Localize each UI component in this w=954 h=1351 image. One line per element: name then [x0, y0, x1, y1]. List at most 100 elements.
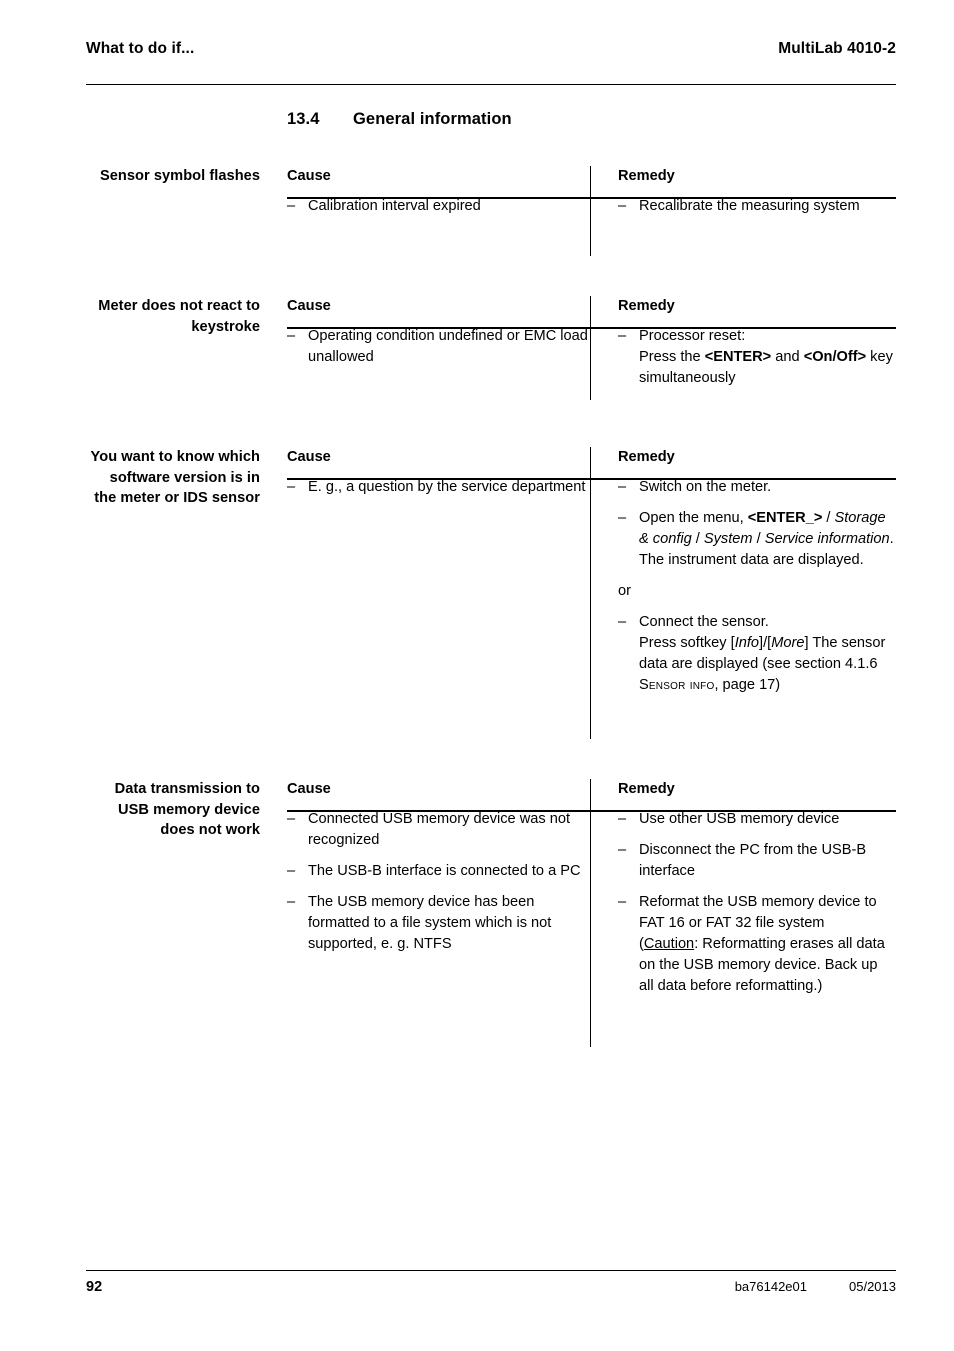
block-label: Data transmission to USB memory device d… [114, 781, 260, 838]
footer-meta: ba76142e01 05/2013 [735, 1279, 896, 1294]
page-number: 92 [86, 1279, 103, 1295]
text-run: Connected USB memory device was not reco… [308, 811, 570, 848]
dash-bullet-icon: – [287, 328, 296, 344]
cell-remedy: – Switch on the meter. – Open the menu, <EN… [604, 477, 896, 696]
list-item: – Reformat the USB memory device to FAT 1… [618, 892, 896, 997]
cell-cause: – Connected USB memory device was not rec… [287, 809, 604, 997]
table-body-row: – Calibration interval expired – Recalibrat… [287, 196, 896, 217]
list-item: – Recalibrate the measuring system [618, 196, 896, 217]
column-header-cause: Cause [287, 168, 331, 184]
document-date: 05/2013 [849, 1279, 896, 1294]
text-run: Recalibrate the measuring system [639, 198, 860, 214]
cause-list: – Calibration interval expired [287, 196, 594, 217]
underlined-text: Caution [643, 936, 695, 952]
cell-cause: – E. g., a question by the service depart… [287, 477, 604, 696]
text-run: / [752, 531, 765, 547]
header-rule [86, 84, 896, 85]
remedy-list: – Switch on the meter. – Open the menu, <EN… [618, 477, 896, 696]
running-head-right: MultiLab 4010-2 [778, 40, 896, 57]
cause-remedy-table: Cause Remedy – Operating condition undefine… [287, 296, 896, 400]
column-divider-rule [590, 779, 592, 1047]
dash-bullet-icon: – [287, 811, 296, 827]
block-label: Meter does not react to keystroke [98, 298, 260, 335]
bold-text: <ENTER> [704, 349, 772, 365]
cause-remedy-table: Cause Remedy – Connected USB memory device … [287, 779, 896, 1047]
text-run: Processor reset: [639, 328, 746, 344]
text-run: and [771, 349, 804, 365]
list-item: – Calibration interval expired [287, 196, 594, 217]
list-item: – Connect the sensor. Press softkey [Info]… [618, 612, 896, 696]
cell-remedy: – Recalibrate the measuring system [604, 196, 896, 217]
text-run: Reformat the USB memory device to FAT 16… [639, 894, 877, 931]
list-item: – Connected USB memory device was not rec… [287, 809, 594, 851]
column-header-cause: Cause [287, 298, 331, 314]
list-item: – Operating condition undefined or EMC lo… [287, 326, 594, 368]
list-item: – Open the menu, <ENTER_> / Storage & con… [618, 508, 896, 571]
table-header-row: Cause Remedy [287, 296, 896, 326]
list-item: – The USB-B interface is connected to a P… [287, 861, 594, 882]
text-run: or [618, 583, 631, 599]
dash-bullet-icon: – [618, 198, 627, 214]
cause-remedy-table: Cause Remedy – Calibration interval expired… [287, 166, 896, 256]
dash-bullet-icon: – [618, 510, 627, 526]
small-caps-text: Sensor info [639, 677, 715, 693]
column-divider-rule [590, 166, 592, 256]
running-head: What to do if... MultiLab 4010-2 [86, 40, 896, 58]
column-header-cause: Cause [287, 781, 331, 797]
italic-text: More [771, 635, 805, 651]
table-body-row: – E. g., a question by the service depart… [287, 477, 896, 696]
column-header-cause: Cause [287, 449, 331, 465]
dash-bullet-icon: – [618, 328, 627, 344]
cause-list: – Connected USB memory device was not rec… [287, 809, 594, 955]
block-label: Sensor symbol flashes [99, 168, 260, 184]
column-header-remedy: Remedy [618, 168, 675, 184]
list-item: – E. g., a question by the service depart… [287, 477, 594, 498]
text-run: Use other USB memory device [639, 811, 840, 827]
text-run: Open the menu, [639, 510, 748, 526]
italic-text: Service information [764, 531, 890, 547]
list-item: – The USB memory device has been formatte… [287, 892, 594, 955]
bold-text: <On/Off> [803, 349, 867, 365]
list-item: – Switch on the meter. [618, 477, 896, 498]
section-number: 13.4 [287, 110, 320, 128]
dash-bullet-icon: – [618, 894, 627, 910]
bold-text: <ENTER_> [747, 510, 823, 526]
document-page: What to do if... MultiLab 4010-2 13.4 Gen… [0, 0, 954, 1351]
cell-cause: – Operating condition undefined or EMC lo… [287, 326, 604, 389]
dash-bullet-icon: – [618, 614, 627, 630]
dash-bullet-icon: – [287, 198, 296, 214]
text-run: Disconnect the PC from the USB-B interfa… [639, 842, 867, 879]
remedy-list: – Use other USB memory device – Disconnect … [618, 809, 896, 997]
block-label: You want to know which software version … [90, 449, 260, 506]
text-run: , page 17) [714, 677, 781, 693]
italic-text: Info [734, 635, 760, 651]
dash-bullet-icon: – [287, 863, 296, 879]
text-run: Operating condition undefined or EMC loa… [308, 328, 588, 365]
table-header-row: Cause Remedy [287, 447, 896, 477]
italic-text: System [703, 531, 753, 547]
section-title: General information [353, 110, 512, 128]
table-body-row: – Operating condition undefined or EMC lo… [287, 326, 896, 389]
text-run: Press the [639, 349, 705, 365]
list-item: – Processor reset: Press the <ENTER> and <… [618, 326, 896, 389]
dash-bullet-icon: – [287, 479, 296, 495]
cause-list: – Operating condition undefined or EMC lo… [287, 326, 594, 368]
text-run: The USB memory device has been formatted… [308, 894, 552, 952]
column-divider-rule [590, 447, 592, 739]
running-head-left: What to do if... [86, 40, 195, 57]
text-run: ]/[ [759, 635, 772, 651]
cause-list: – E. g., a question by the service depart… [287, 477, 594, 498]
remedy-list: – Processor reset: Press the <ENTER> and <… [618, 326, 896, 389]
conjunction-line: or [618, 581, 896, 602]
column-header-remedy: Remedy [618, 781, 675, 797]
table-header-row: Cause Remedy [287, 166, 896, 196]
column-header-remedy: Remedy [618, 298, 675, 314]
text-run: / [691, 531, 704, 547]
column-divider-rule [590, 296, 592, 400]
cell-cause: – Calibration interval expired [287, 196, 604, 217]
text-run: E. g., a question by the service departm… [308, 479, 586, 495]
dash-bullet-icon: – [287, 894, 296, 910]
remedy-list: – Recalibrate the measuring system [618, 196, 896, 217]
cell-remedy: – Processor reset: Press the <ENTER> and <… [604, 326, 896, 389]
dash-bullet-icon: – [618, 811, 627, 827]
